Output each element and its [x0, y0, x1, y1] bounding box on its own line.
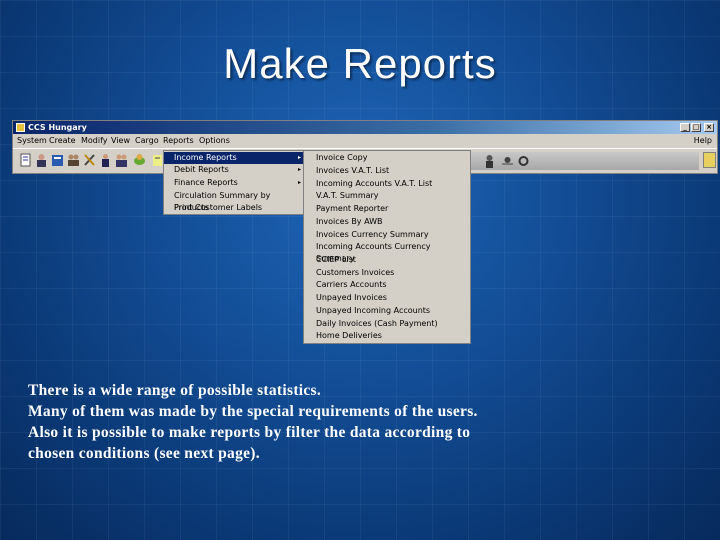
menu-item-circulation-summary[interactable]: Circulation Summary by Products [164, 190, 304, 212]
reports-menu: Income Reports ▸ Debit Reports ▸ Finance… [163, 150, 305, 215]
submenu-item[interactable]: Daily Invoices (Cash Payment) [316, 318, 438, 330]
user-icon[interactable] [35, 153, 48, 167]
menubar: System Create Modify View Cargo Reports … [13, 135, 717, 147]
submenu-item[interactable]: V.A.T. Summary [316, 190, 379, 202]
maximize-button[interactable]: □ [691, 123, 701, 132]
submenu-item[interactable]: Unpayed Incoming Accounts [316, 305, 430, 317]
car-icon[interactable] [133, 153, 146, 167]
menu-view[interactable]: View [111, 136, 130, 145]
body-line: Many of them was made by the special req… [28, 403, 478, 420]
body-line: Also it is possible to make reports by f… [28, 424, 471, 441]
help-icon[interactable] [703, 152, 716, 168]
gear-icon[interactable] [517, 154, 530, 168]
menu-item-debit-reports[interactable]: Debit Reports ▸ [164, 164, 304, 176]
stack-icon[interactable] [51, 153, 64, 167]
menu-item-income-reports[interactable]: Income Reports ▸ [164, 152, 304, 164]
app-icon [16, 123, 25, 132]
tools-icon[interactable] [83, 153, 96, 167]
bug-icon[interactable] [501, 154, 514, 168]
people-icon[interactable] [67, 153, 80, 167]
submenu-item[interactable]: Incoming Accounts V.A.T. List [316, 178, 432, 190]
person-icon[interactable] [99, 153, 112, 167]
submenu-item[interactable]: Invoices By AWB [316, 216, 383, 228]
window-title: CCS Hungary [28, 123, 87, 132]
window-titlebar: CCS Hungary _ □ × [13, 121, 717, 134]
group-icon[interactable] [115, 153, 128, 167]
submenu-item[interactable]: Customers Invoices [316, 267, 394, 279]
menu-options[interactable]: Options [199, 136, 230, 145]
submenu-item[interactable]: Home Deliveries [316, 330, 382, 342]
submenu-arrow-icon: ▸ [297, 154, 301, 161]
submenu-item[interactable]: Payment Reporter [316, 203, 388, 215]
submenu-item[interactable]: Invoices V.A.T. List [316, 165, 389, 177]
person-icon[interactable] [483, 154, 496, 168]
minimize-button[interactable]: _ [680, 123, 690, 132]
slide-title: Make Reports [223, 40, 497, 87]
menu-item-finance-reports[interactable]: Finance Reports ▸ [164, 177, 304, 189]
submenu-item[interactable]: CCIEP List [316, 254, 356, 266]
income-reports-submenu: Invoice Copy Invoices V.A.T. List Incomi… [303, 150, 471, 344]
menu-modify[interactable]: Modify [81, 136, 108, 145]
submenu-arrow-icon: ▸ [297, 166, 301, 173]
body-line: There is a wide range of possible statis… [28, 382, 322, 399]
menu-system[interactable]: System [17, 136, 47, 145]
body-line: chosen conditions (see next page). [28, 445, 260, 462]
menu-help[interactable]: Help [694, 136, 712, 145]
submenu-arrow-icon: ▸ [297, 179, 301, 186]
submenu-item[interactable]: Incoming Accounts Currency Summary [316, 241, 470, 263]
menu-item-print-customer-labels[interactable]: Print Customer Labels [164, 202, 304, 214]
document-icon[interactable] [19, 153, 32, 167]
submenu-item[interactable]: Unpayed Invoices [316, 292, 387, 304]
slide-body: There is a wide range of possible statis… [28, 380, 598, 464]
menu-create[interactable]: Create [49, 136, 76, 145]
submenu-item[interactable]: Carriers Accounts [316, 279, 387, 291]
close-button[interactable]: × [704, 123, 714, 132]
submenu-item[interactable]: Invoices Currency Summary [316, 229, 429, 241]
toolbar-strip [469, 152, 699, 170]
submenu-item[interactable]: Invoice Copy [316, 152, 367, 164]
menu-cargo[interactable]: Cargo [135, 136, 159, 145]
menu-reports[interactable]: Reports [163, 136, 194, 145]
